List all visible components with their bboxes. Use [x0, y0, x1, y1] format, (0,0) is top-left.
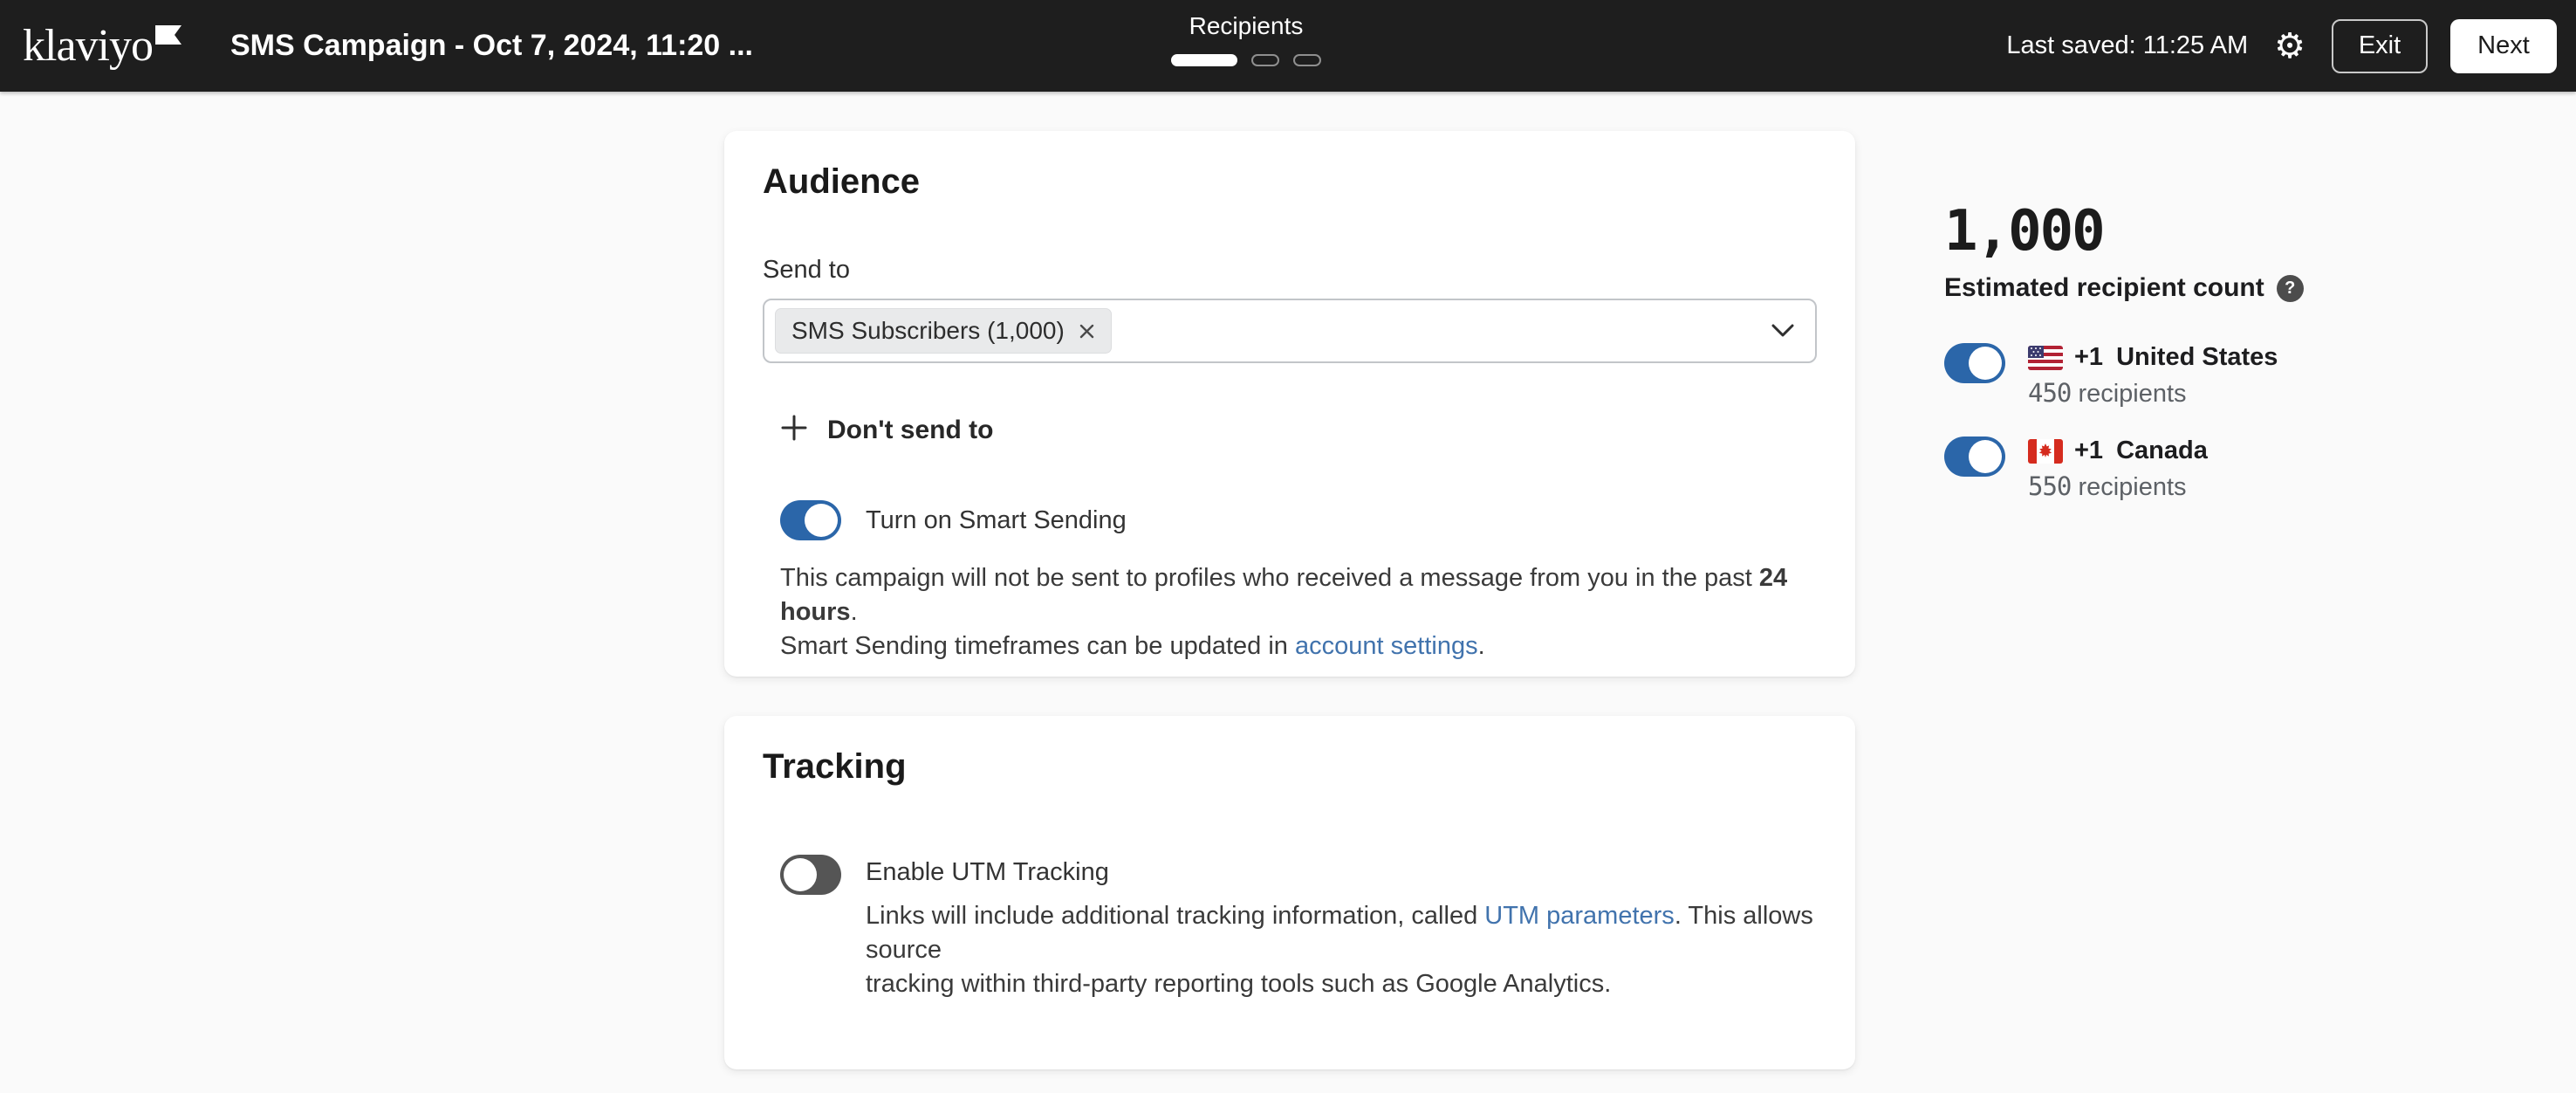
united-states-code: +1 [2074, 343, 2103, 372]
canada-flag-icon [2028, 439, 2063, 464]
canada-name-line: +1 Canada [2028, 437, 2208, 465]
canada-name: Canada [2116, 437, 2208, 465]
top-bar: klaviyo SMS Campaign - Oct 7, 2024, 11:2… [0, 0, 2576, 92]
recipient-count-label-row: Estimated recipient count ? [1944, 273, 2520, 303]
step-pill-3[interactable] [1293, 54, 1321, 66]
klaviyo-wordmark: klaviyo [23, 24, 153, 69]
canada-texts: +1 Canada 550 recipients [2028, 437, 2208, 502]
audience-title: Audience [763, 162, 1817, 202]
tracking-title: Tracking [763, 747, 1817, 787]
plus-icon [780, 414, 808, 446]
help-icon[interactable]: ? [2277, 275, 2304, 302]
united-states-recipients: 450 recipients [2028, 378, 2278, 409]
step-pill-1-active[interactable] [1171, 54, 1237, 66]
smart-desc-text-4: . [1478, 632, 1485, 660]
sms-campaign-editor: klaviyo SMS Campaign - Oct 7, 2024, 11:2… [0, 0, 2576, 1093]
united-states-name: United States [2116, 343, 2278, 372]
united-states-recipient-number: 450 [2028, 378, 2071, 408]
smart-desc-text-3: Smart Sending timeframes can be updated … [780, 632, 1295, 660]
segment-chip-label: SMS Subscribers (1,000) [791, 317, 1065, 345]
united-states-recipient-suffix: recipients [2071, 380, 2186, 408]
send-to-combobox[interactable]: SMS Subscribers (1,000) [763, 299, 1817, 363]
segment-chip[interactable]: SMS Subscribers (1,000) [775, 308, 1112, 354]
chip-remove-icon[interactable] [1079, 323, 1095, 340]
canada-recipient-suffix: recipients [2071, 473, 2186, 501]
utm-desc-text-3: tracking within third-party reporting to… [866, 970, 1611, 998]
canada-code: +1 [2074, 437, 2103, 465]
stepper: Recipients [1169, 12, 1323, 66]
last-saved-text: Last saved: 11:25 AM [2006, 31, 2248, 60]
chevron-down-icon[interactable] [1771, 324, 1794, 338]
toggle-knob [805, 504, 838, 537]
utm-description: Links will include additional tracking i… [866, 899, 1817, 1001]
toggle-knob [1969, 347, 2002, 380]
utm-tracking-label: Enable UTM Tracking [866, 858, 1817, 887]
step-label: Recipients [1169, 12, 1323, 40]
topbar-actions: Last saved: 11:25 AM ⚙ Exit Next [2006, 0, 2557, 92]
klaviyo-flag-icon [155, 25, 182, 49]
smart-sending-row: Turn on Smart Sending [780, 500, 1817, 540]
estimated-recipient-count: 1,000 [1944, 203, 2520, 259]
smart-desc-text-2: . [851, 598, 858, 626]
canada-toggle[interactable] [1944, 437, 2005, 477]
utm-tracking-toggle[interactable] [780, 855, 841, 895]
toggle-knob [1969, 440, 2002, 473]
dont-send-to-button[interactable]: Don't send to [780, 414, 993, 446]
send-to-label: Send to [763, 256, 1817, 285]
next-button[interactable]: Next [2450, 19, 2557, 73]
united-states-toggle[interactable] [1944, 343, 2005, 383]
audience-card: Audience Send to SMS Subscribers (1,000)… [724, 131, 1855, 677]
recipient-count-panel: 1,000 Estimated recipient count ? [1944, 203, 2520, 502]
toggle-knob [784, 858, 817, 891]
united-states-texts: +1 United States 450 recipients [2028, 343, 2278, 409]
canada-recipient-number: 550 [2028, 471, 2071, 501]
us-flag-icon [2028, 346, 2063, 370]
utm-parameters-link[interactable]: UTM parameters [1484, 902, 1675, 930]
country-row-canada: +1 Canada 550 recipients [1944, 437, 2520, 502]
united-states-name-line: +1 United States [2028, 343, 2278, 372]
settings-gear-icon[interactable]: ⚙ [2271, 29, 2309, 64]
canada-recipients: 550 recipients [2028, 471, 2208, 502]
tracking-card: Tracking Enable UTM Tracking Links will … [724, 716, 1855, 1069]
klaviyo-logo[interactable]: klaviyo [23, 24, 182, 69]
utm-tracking-row: Enable UTM Tracking Links will include a… [780, 855, 1817, 1001]
smart-sending-toggle[interactable] [780, 500, 841, 540]
step-progress [1169, 54, 1323, 66]
smart-desc-text-1: This campaign will not be sent to profil… [780, 564, 1759, 592]
smart-sending-description: This campaign will not be sent to profil… [780, 561, 1817, 663]
account-settings-link[interactable]: account settings [1295, 632, 1478, 660]
campaign-title: SMS Campaign - Oct 7, 2024, 11:20 ... [230, 29, 753, 63]
step-pill-2[interactable] [1251, 54, 1279, 66]
exit-button[interactable]: Exit [2332, 19, 2428, 73]
country-row-united-states: +1 United States 450 recipients [1944, 343, 2520, 409]
utm-texts: Enable UTM Tracking Links will include a… [866, 855, 1817, 1001]
smart-sending-label: Turn on Smart Sending [866, 506, 1127, 535]
recipient-count-label: Estimated recipient count [1944, 273, 2264, 303]
dont-send-to-label: Don't send to [827, 416, 993, 445]
utm-desc-text-1: Links will include additional tracking i… [866, 902, 1484, 930]
